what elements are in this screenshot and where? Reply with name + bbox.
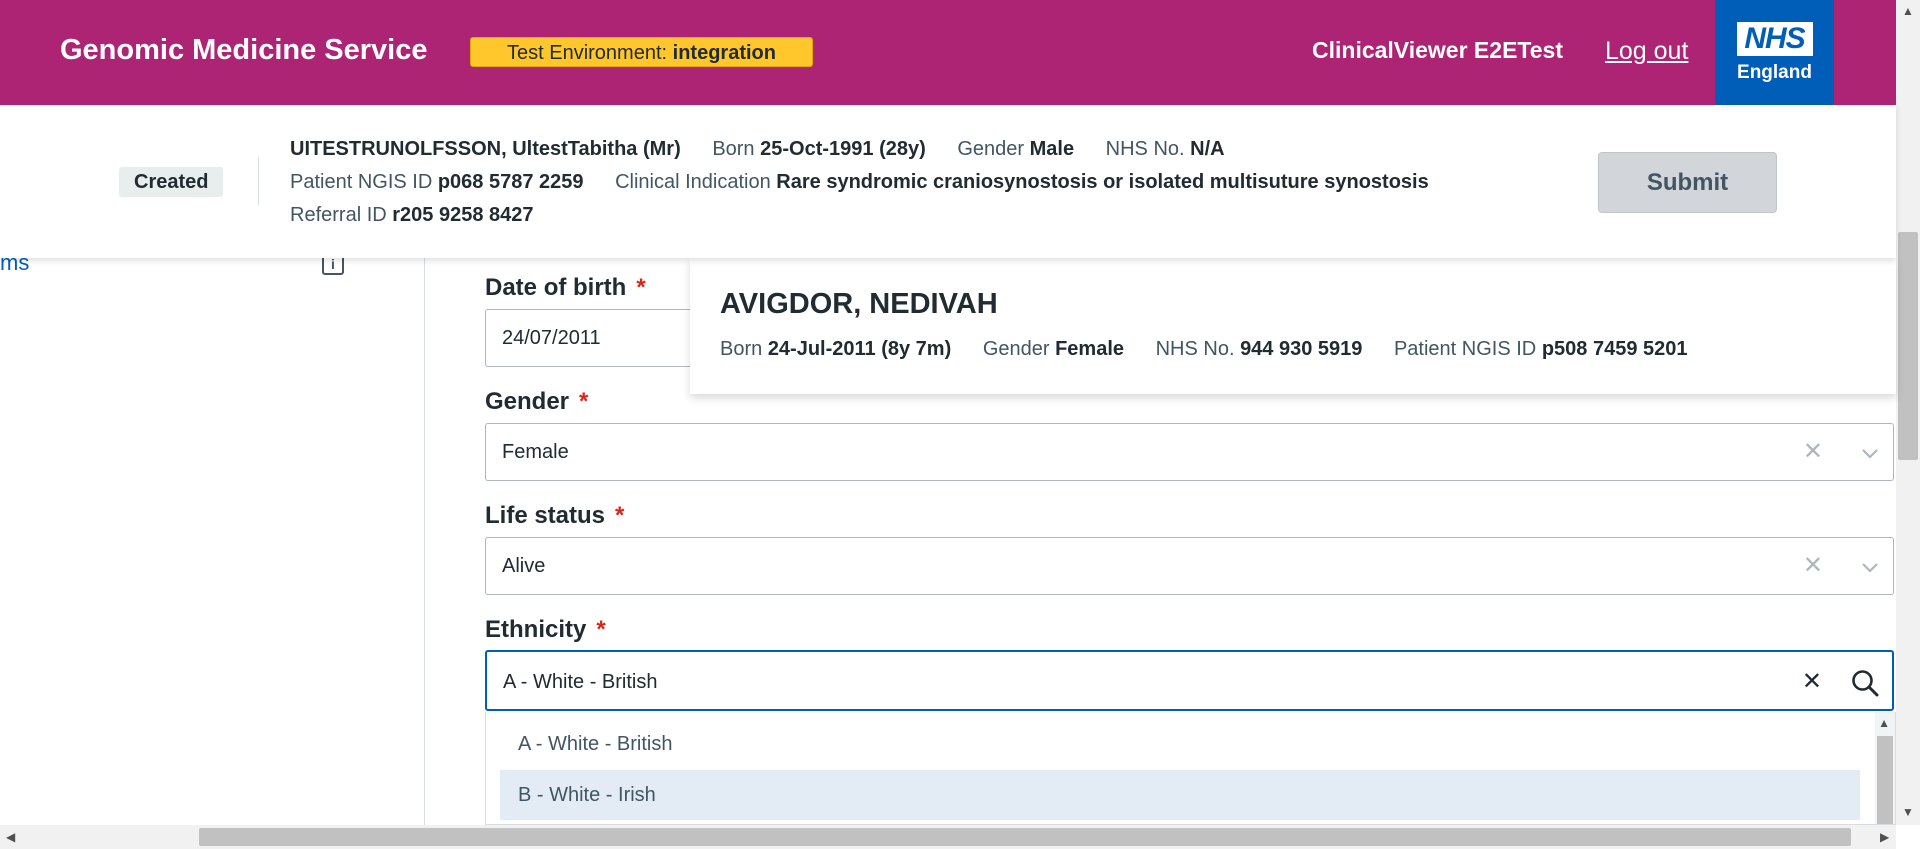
referral-gender-value: Male bbox=[1029, 138, 1075, 160]
user-name: ClinicalViewer E2ETest bbox=[1312, 37, 1563, 63]
ethnicity-label-text: Ethnicity bbox=[485, 616, 587, 643]
gender-label-text: Gender bbox=[485, 388, 570, 415]
patient-match-popover[interactable]: AVIGDOR, NEDIVAH Born 24-Jul-2011 (8y 7m… bbox=[690, 258, 1896, 394]
life-status-label: Life status * bbox=[485, 502, 624, 530]
nhs-logo-subtitle: England bbox=[1737, 62, 1812, 83]
matched-ngis-label: Patient NGIS ID bbox=[1393, 338, 1537, 360]
referral-gender-label: Gender bbox=[957, 138, 1025, 160]
matched-patient-details: Born 24-Jul-2011 (8y 7m) Gender Female N… bbox=[720, 338, 1688, 361]
referral-nhs-value: N/A bbox=[1190, 138, 1225, 160]
service-title[interactable]: Genomic Medicine Service bbox=[60, 34, 427, 67]
required-marker: * bbox=[615, 502, 625, 529]
page-vertical-scrollbar-thumb[interactable] bbox=[1898, 232, 1918, 460]
life-status-value: Alive bbox=[502, 555, 546, 577]
ethnicity-label: Ethnicity * bbox=[485, 616, 606, 644]
referral-patient-line-2: Patient NGIS ID p068 5787 2259 Clinical … bbox=[290, 171, 1429, 194]
dob-field[interactable]: 24/07/2011 bbox=[485, 309, 695, 367]
clear-icon[interactable]: ✕ bbox=[1803, 551, 1823, 580]
dob-label: Date of birth * bbox=[485, 274, 646, 302]
referral-patient-line-3: Referral ID r205 9258 8427 bbox=[290, 204, 534, 227]
scroll-up-arrow-icon[interactable]: ▲ bbox=[1878, 716, 1890, 730]
scroll-left-arrow-icon[interactable]: ◀ bbox=[6, 830, 15, 844]
environment-label: Test Environment: bbox=[507, 42, 668, 64]
dob-label-text: Date of birth bbox=[485, 274, 627, 301]
scroll-down-arrow-icon[interactable]: ▼ bbox=[1902, 805, 1914, 819]
referral-born-label: Born bbox=[712, 138, 755, 160]
required-marker: * bbox=[596, 616, 606, 643]
ethnicity-dropdown-list[interactable]: A - White - British B - White - Irish ▲ bbox=[485, 712, 1896, 825]
matched-born-label: Born bbox=[720, 338, 763, 360]
referral-patient-name: UITESTRUNOLFSSON, UltestTabitha (Mr) bbox=[290, 138, 681, 160]
matched-nhs-label: NHS No. bbox=[1155, 338, 1235, 360]
list-item[interactable]: B - White - Irish bbox=[500, 770, 1860, 820]
submit-button[interactable]: Submit bbox=[1598, 152, 1777, 213]
matched-born-value: 24-Jul-2011 (8y 7m) bbox=[767, 338, 952, 360]
app-header: Genomic Medicine Service Test Environmen… bbox=[0, 0, 1896, 105]
referral-id-value: r205 9258 8427 bbox=[392, 204, 534, 226]
gender-value: Female bbox=[502, 441, 569, 463]
referral-born-value: 25-Oct-1991 (28y) bbox=[760, 138, 926, 160]
matched-patient-name: AVIGDOR, NEDIVAH bbox=[720, 288, 998, 320]
required-marker: * bbox=[579, 388, 589, 415]
clear-icon[interactable]: ✕ bbox=[1803, 437, 1823, 466]
gender-label: Gender * bbox=[485, 388, 588, 416]
scroll-right-arrow-icon[interactable]: ▶ bbox=[1880, 830, 1889, 844]
clinical-indication-value: Rare syndromic craniosynostosis or isola… bbox=[776, 171, 1429, 193]
chevron-down-icon[interactable] bbox=[1859, 442, 1881, 464]
gender-select[interactable]: Female ✕ bbox=[485, 423, 1894, 481]
banner-divider bbox=[258, 157, 259, 205]
environment-badge: Test Environment: integration bbox=[470, 37, 813, 67]
list-item[interactable]: A - White - British bbox=[500, 719, 1860, 769]
referral-ngis-label: Patient NGIS ID bbox=[290, 171, 433, 193]
search-icon[interactable] bbox=[1850, 668, 1880, 698]
ethnicity-search-input[interactable]: A - White - British ✕ bbox=[485, 650, 1894, 711]
dob-value: 24/07/2011 bbox=[502, 327, 601, 349]
referral-nhs-label: NHS No. bbox=[1105, 138, 1185, 160]
clear-icon[interactable]: ✕ bbox=[1802, 667, 1822, 696]
page-horizontal-scrollbar-thumb[interactable] bbox=[199, 828, 1851, 846]
sidebar-divider bbox=[424, 258, 425, 828]
ethnicity-value: A - White - British bbox=[503, 671, 658, 693]
referral-patient-line-1: UITESTRUNOLFSSON, UltestTabitha (Mr) Bor… bbox=[290, 138, 1225, 161]
required-marker: * bbox=[636, 274, 646, 301]
life-status-label-text: Life status bbox=[485, 502, 606, 529]
life-status-select[interactable]: Alive ✕ bbox=[485, 537, 1894, 595]
chevron-down-icon[interactable] bbox=[1859, 556, 1881, 578]
environment-value: integration bbox=[672, 42, 776, 64]
matched-gender-label: Gender bbox=[982, 338, 1050, 360]
dropdown-scrollbar-thumb[interactable] bbox=[1877, 736, 1893, 824]
referral-status-badge: Created bbox=[119, 167, 224, 197]
clinical-indication-label: Clinical Indication bbox=[615, 171, 771, 193]
referral-ngis-value: p068 5787 2259 bbox=[437, 171, 584, 193]
matched-ngis-value: p508 7459 5201 bbox=[1541, 338, 1688, 360]
nhs-england-logo: NHS England bbox=[1715, 0, 1834, 105]
matched-nhs-value: 944 930 5919 bbox=[1240, 338, 1363, 360]
scroll-up-arrow-icon[interactable]: ▲ bbox=[1902, 4, 1914, 18]
referral-id-label: Referral ID bbox=[290, 204, 387, 226]
nhs-logo-mark: NHS bbox=[1736, 22, 1813, 56]
matched-gender-value: Female bbox=[1055, 338, 1125, 360]
logout-link[interactable]: Log out bbox=[1605, 37, 1688, 66]
